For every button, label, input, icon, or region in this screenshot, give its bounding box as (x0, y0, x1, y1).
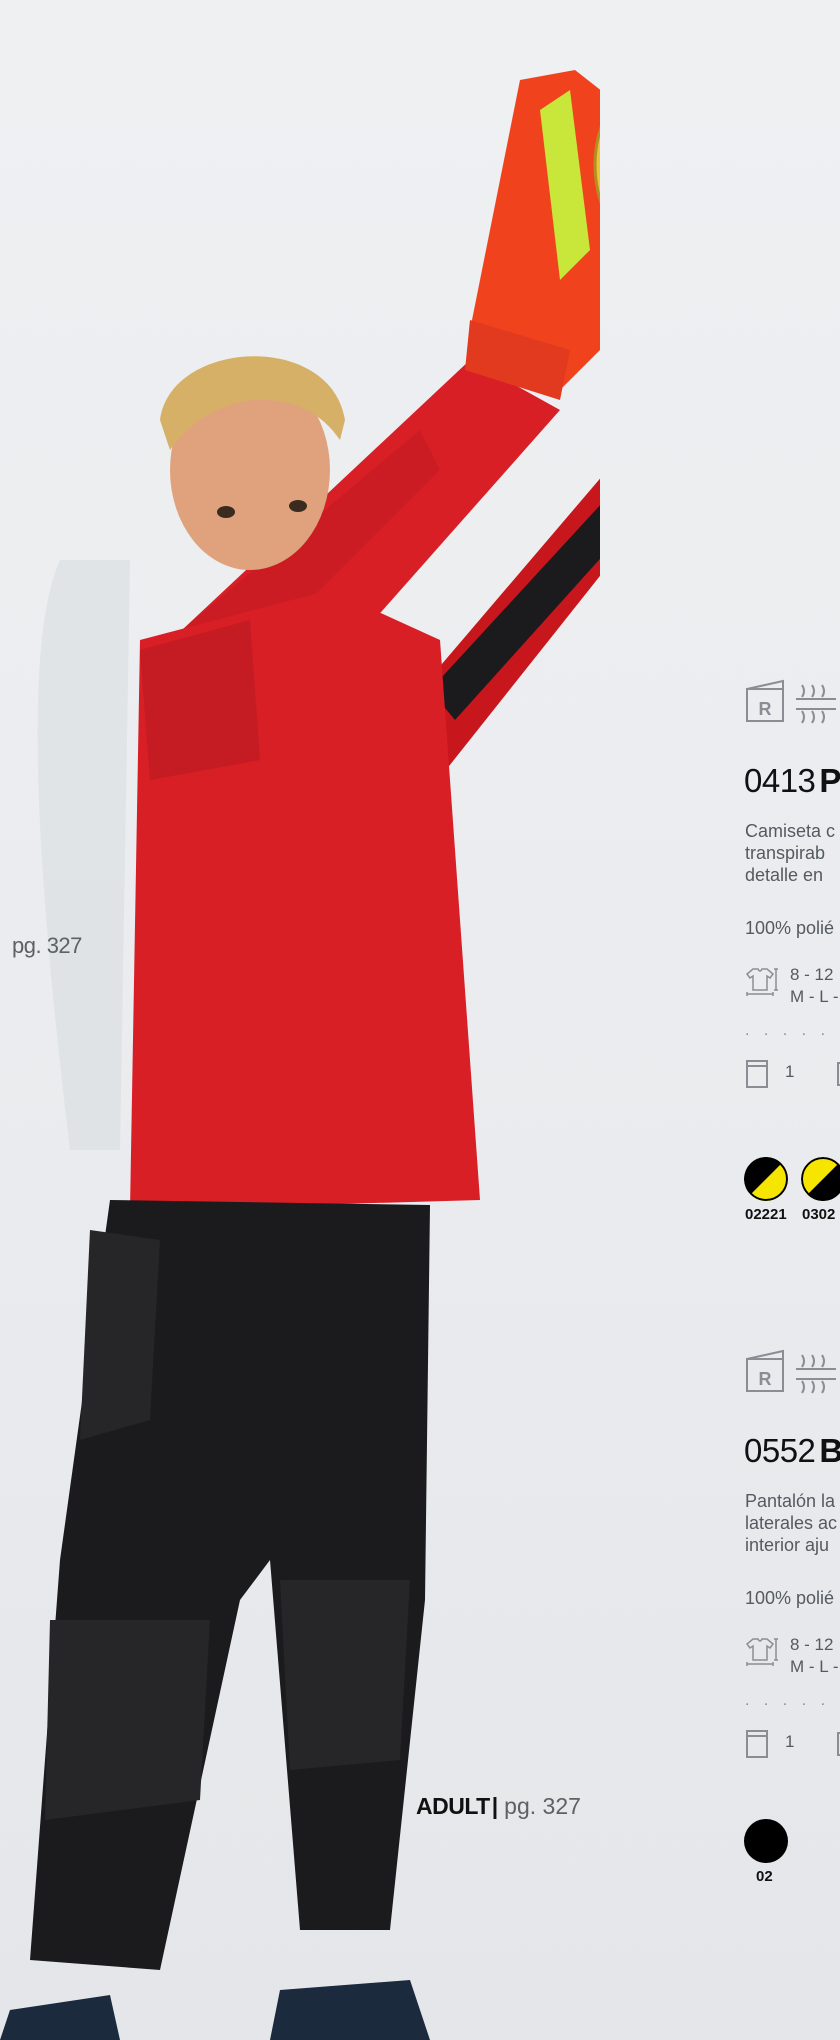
color-swatch[interactable] (801, 1157, 840, 1201)
product-packaging: 1 (745, 1059, 840, 1094)
product-care-icons: R (744, 679, 837, 725)
product-composition: 100% polié (745, 1588, 835, 1608)
breathable-fabric-icon (792, 679, 837, 725)
wash-label-icon: R (744, 679, 788, 725)
sizes-adult: M - L - (790, 1657, 839, 1676)
product-description: Camiseta c transpirab detalle en (745, 820, 840, 886)
adult-page-reference: ADULT| pg. 327 (416, 1793, 581, 1820)
description-line: transpirab (745, 843, 826, 863)
page-reference: pg. 327 (12, 933, 82, 958)
dotted-divider: . . . . . . (745, 1692, 840, 1709)
product-name: P (819, 762, 840, 799)
color-swatch[interactable] (744, 1157, 788, 1201)
description-line: Pantalón la (745, 1491, 836, 1511)
description-line: detalle en (745, 865, 824, 885)
description-line: Camiseta c (745, 821, 836, 841)
product-title: 0552 B (744, 1432, 840, 1470)
adult-page-number: pg. 327 (504, 1793, 581, 1819)
pack-quantity: 1 (785, 1062, 795, 1081)
product-code: 0413 (744, 762, 816, 799)
product-composition: 100% polié (745, 918, 835, 938)
pack-quantity: 1 (785, 1732, 795, 1751)
catalog-page: pg. 327 ADULT| pg. 327 R 0413 P Camiseta c… (0, 0, 840, 2040)
wash-label-icon: R (744, 1349, 788, 1395)
single-pack-icon (745, 1730, 769, 1763)
sizes-kids: 8 - 12 (790, 965, 834, 984)
adult-label: ADULT (416, 1793, 490, 1819)
product-description: Pantalón la laterales ac interior aju (745, 1490, 840, 1556)
sizes-kids: 8 - 12 (790, 1635, 834, 1654)
color-swatch[interactable] (744, 1819, 788, 1863)
description-line: laterales ac (745, 1513, 838, 1533)
svg-text:R: R (759, 699, 772, 719)
single-pack-icon (745, 1060, 769, 1093)
t-shirt-size-icon (745, 966, 779, 1002)
separator: | (491, 1793, 499, 1819)
product-care-icons: R (744, 1349, 837, 1395)
product-name: B (819, 1432, 840, 1469)
sizes-adult: M - L - (790, 987, 839, 1006)
product-packaging: 1 (745, 1729, 840, 1764)
product-title: 0413 P (744, 762, 840, 800)
goalkeeper-photo (0, 70, 600, 2040)
t-shirt-size-icon (745, 1636, 779, 1672)
color-code: 0302 (802, 1206, 836, 1223)
dotted-divider: . . . . . . (745, 1022, 840, 1039)
breathable-fabric-icon (792, 1349, 837, 1395)
product-code: 0552 (744, 1432, 816, 1469)
color-code: 02221 (745, 1206, 787, 1223)
color-code: 02 (756, 1868, 773, 1885)
description-line: interior aju (745, 1535, 830, 1555)
svg-text:R: R (759, 1369, 772, 1389)
